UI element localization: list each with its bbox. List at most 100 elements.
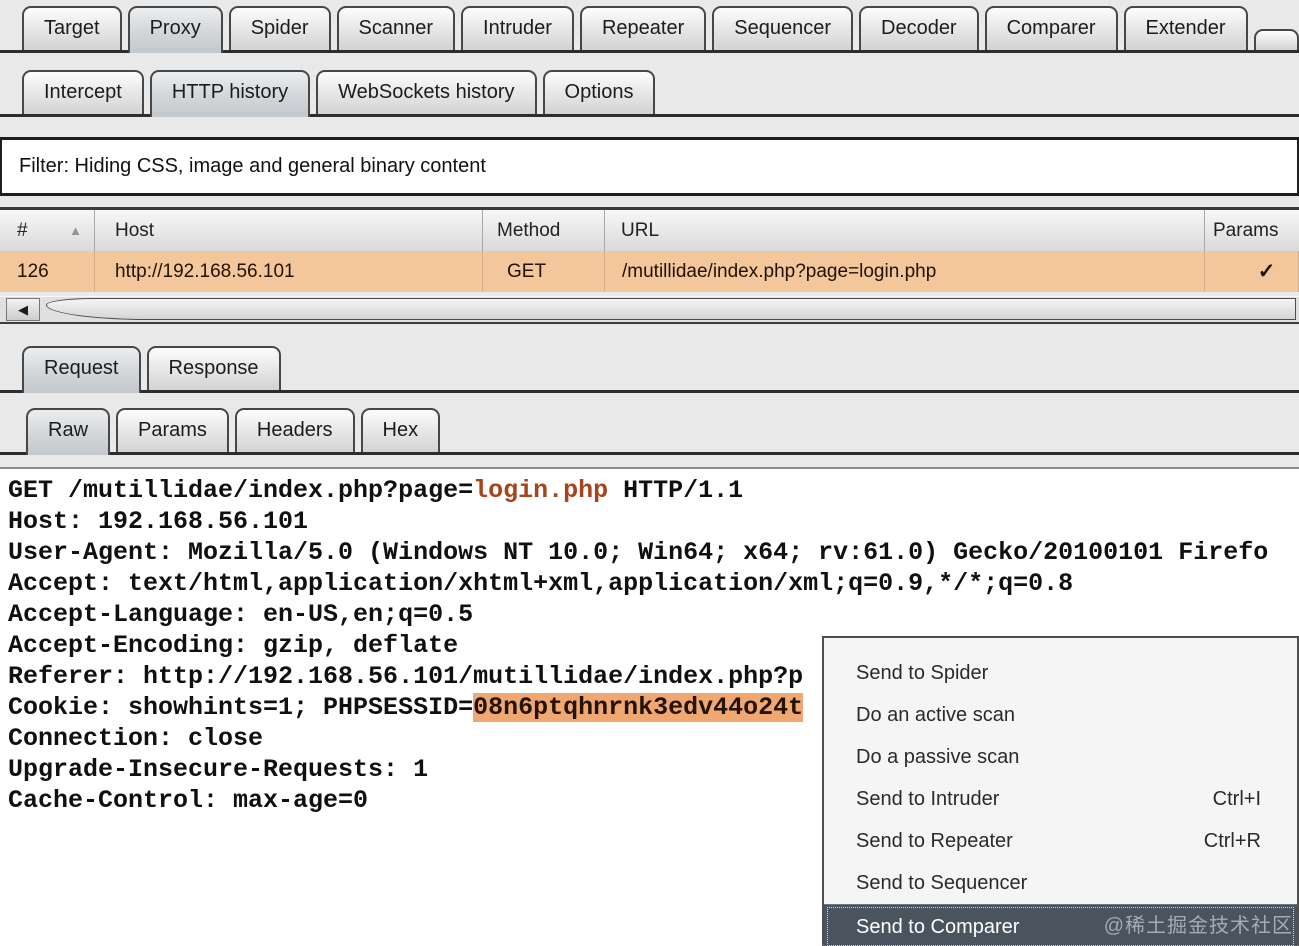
tab-websockets-history[interactable]: WebSockets history xyxy=(316,70,537,114)
column-header-label: Host xyxy=(115,219,155,241)
request-text: Referer: http://192.168.56.101/mutillida… xyxy=(8,662,804,691)
tab-label: Response xyxy=(168,357,259,379)
request-text: Cookie: showhints=1; PHPSESSID= xyxy=(8,693,474,722)
context-menu: Send to Spider Do an active scan Do a pass… xyxy=(822,636,1299,946)
filter-bar[interactable]: Filter: Hiding CSS, image and general bi… xyxy=(0,137,1299,196)
request-text: HTTP/1.1 xyxy=(608,476,744,505)
menu-item-shortcut: Ctrl+I xyxy=(1212,787,1261,810)
tab-spider[interactable]: Spider xyxy=(228,6,331,50)
tab-label: Spider xyxy=(250,17,309,39)
tab-http-history[interactable]: HTTP history xyxy=(149,70,311,117)
tab-response[interactable]: Response xyxy=(146,346,281,390)
tab-repeater[interactable]: Repeater xyxy=(579,6,707,50)
tab-decoder[interactable]: Decoder xyxy=(859,6,979,50)
highlighted-param-value: login.php xyxy=(473,476,609,505)
request-line: Host: 192.168.56.101 xyxy=(8,506,1299,537)
tab-intruder[interactable]: Intruder xyxy=(461,6,574,50)
tab-intercept[interactable]: Intercept xyxy=(22,70,144,114)
menu-item-label: Send to Intruder xyxy=(856,787,1000,810)
request-text: Connection: close xyxy=(8,724,264,753)
tab-hex[interactable]: Hex xyxy=(360,408,441,452)
column-header-url[interactable]: URL xyxy=(605,210,1205,251)
column-header-number[interactable]: # ▲ xyxy=(0,210,95,251)
request-text: Accept-Encoding: gzip, deflate xyxy=(8,631,459,660)
tab-label: HTTP history xyxy=(171,81,289,103)
request-line: Accept: text/html,application/xhtml+xml,… xyxy=(8,568,1299,599)
menu-item-label: Do a passive scan xyxy=(856,745,1020,768)
tab-label: Request xyxy=(44,357,119,379)
request-text: Accept-Language: en-US,en;q=0.5 xyxy=(8,600,474,629)
message-tab-bar: Request Response xyxy=(0,346,1299,393)
menu-item-label: Send to Comparer xyxy=(856,915,1020,938)
tab-blank[interactable] xyxy=(1253,29,1299,50)
cell-host: http://192.168.56.101 xyxy=(95,251,483,292)
tab-label: Raw xyxy=(48,419,89,441)
tab-sequencer[interactable]: Sequencer xyxy=(712,6,853,50)
tab-label: Options xyxy=(564,81,634,103)
history-table-row-selected[interactable]: 126 http://192.168.56.101 GET /mutillida… xyxy=(0,251,1299,292)
view-tab-bar: Raw Params Headers Hex xyxy=(0,408,1299,455)
tab-label: Decoder xyxy=(881,17,957,39)
tab-label: Intercept xyxy=(44,81,122,103)
request-text: Host: 192.168.56.101 xyxy=(8,507,309,536)
watermark: @稀土掘金技术社区 xyxy=(1103,915,1293,937)
sort-ascending-icon: ▲ xyxy=(69,223,82,238)
column-header-label: # xyxy=(17,219,28,241)
menu-item-send-to-sequencer[interactable]: Send to Sequencer xyxy=(824,862,1297,904)
tab-extender[interactable]: Extender xyxy=(1123,6,1248,50)
request-text: User-Agent: Mozilla/5.0 (Windows NT 10.0… xyxy=(8,538,1269,567)
tab-label: Params xyxy=(138,419,207,441)
scroll-left-button[interactable]: ◀ xyxy=(6,298,40,321)
tab-label: Comparer xyxy=(1006,17,1096,39)
cell-method: GET xyxy=(483,251,605,292)
column-header-params[interactable]: Params xyxy=(1205,210,1299,251)
request-text: Cache-Control: max-age=0 xyxy=(8,786,369,815)
request-line: Accept-Language: en-US,en;q=0.5 xyxy=(8,599,1299,630)
tab-label: Repeater xyxy=(601,17,685,39)
params-check-icon: ✓ xyxy=(1205,251,1299,292)
burp-suite-window: Target Proxy Spider Scanner Intruder Repeater… xyxy=(0,0,1299,946)
tab-label: Headers xyxy=(256,419,333,441)
menu-item-shortcut: Ctrl+R xyxy=(1203,829,1261,852)
menu-item-send-to-repeater[interactable]: Send to Repeater Ctrl+R xyxy=(824,820,1297,862)
column-header-method[interactable]: Method xyxy=(483,210,605,251)
proxy-tab-bar: Intercept HTTP history WebSockets history O… xyxy=(0,70,1299,117)
column-header-label: Params xyxy=(1213,219,1279,241)
scrollbar-thumb[interactable] xyxy=(46,298,1296,320)
column-header-label: Method xyxy=(497,219,561,241)
history-table-header: # ▲ Host Method URL Params xyxy=(0,207,1299,251)
column-header-label: URL xyxy=(621,219,660,241)
menu-item-label: Send to Repeater xyxy=(856,829,1013,852)
tab-label: Scanner xyxy=(358,17,434,39)
tab-label: Sequencer xyxy=(734,17,831,39)
menu-item-label: Send to Sequencer xyxy=(856,871,1028,894)
tab-label: Extender xyxy=(1145,17,1226,39)
request-text: Upgrade-Insecure-Requests: 1 xyxy=(8,755,429,784)
tab-options[interactable]: Options xyxy=(542,70,656,114)
tab-label: WebSockets history xyxy=(338,81,515,103)
request-line: User-Agent: Mozilla/5.0 (Windows NT 10.0… xyxy=(8,537,1299,568)
request-text: Accept: text/html,application/xhtml+xml,… xyxy=(8,569,1074,598)
tab-label: Proxy xyxy=(149,17,201,39)
menu-item-label: Send to Spider xyxy=(856,661,989,684)
cell-url: /mutillidae/index.php?page=login.php xyxy=(605,251,1205,292)
tab-label: Target xyxy=(44,17,100,39)
menu-item-send-to-spider[interactable]: Send to Spider xyxy=(824,652,1297,694)
tab-request[interactable]: Request xyxy=(22,346,141,393)
scroll-left-arrow-icon: ◀ xyxy=(18,301,28,317)
menu-item-do-a-passive-scan[interactable]: Do a passive scan xyxy=(824,736,1297,778)
tab-raw[interactable]: Raw xyxy=(26,408,111,455)
highlighted-cookie-value: 08n6ptqhnrnk3edv44o24t xyxy=(473,693,804,722)
tab-scanner[interactable]: Scanner xyxy=(336,6,456,50)
tab-comparer[interactable]: Comparer xyxy=(984,6,1118,50)
column-header-host[interactable]: Host xyxy=(95,210,483,251)
cell-number: 126 xyxy=(0,251,95,292)
menu-item-do-an-active-scan[interactable]: Do an active scan xyxy=(824,694,1297,736)
horizontal-scrollbar[interactable]: ◀ xyxy=(0,296,1299,324)
request-line: GET /mutillidae/index.php?page=login.php… xyxy=(8,475,1299,506)
tab-target[interactable]: Target xyxy=(22,6,122,50)
tab-params[interactable]: Params xyxy=(116,408,229,452)
tab-proxy[interactable]: Proxy xyxy=(127,6,223,53)
menu-item-send-to-intruder[interactable]: Send to Intruder Ctrl+I xyxy=(824,778,1297,820)
tab-headers[interactable]: Headers xyxy=(234,408,355,452)
